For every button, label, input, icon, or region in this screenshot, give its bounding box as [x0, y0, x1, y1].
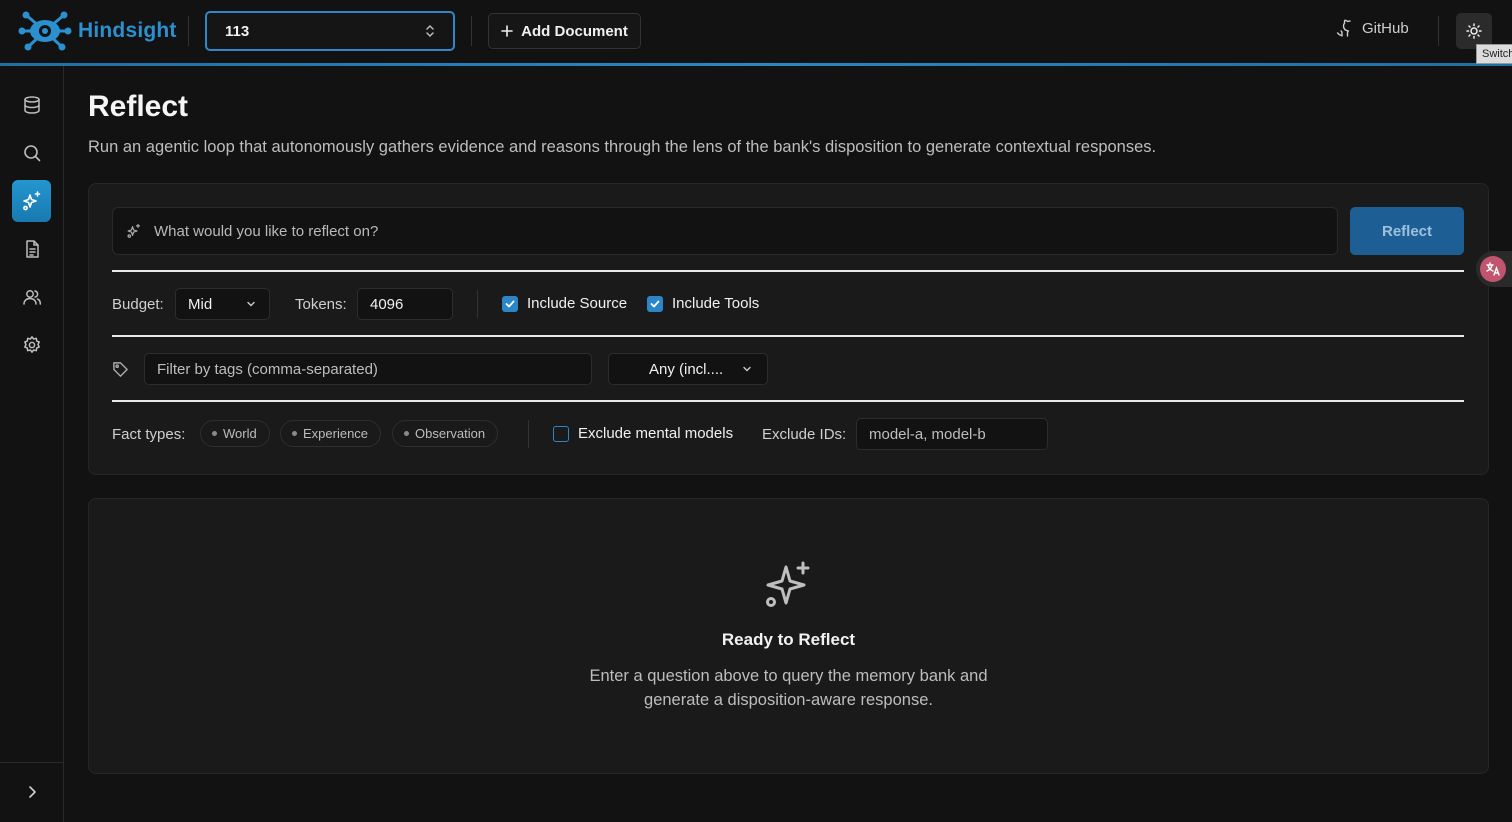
checkbox-checked-icon	[502, 295, 518, 312]
divider	[1438, 16, 1439, 46]
fact-type-experience[interactable]: Experience	[280, 420, 382, 447]
add-document-button[interactable]: Add Document	[488, 13, 641, 49]
chevron-up-down-icon	[425, 24, 435, 38]
exclude-ids-input[interactable]: model-a, model-b	[856, 418, 1048, 450]
tags-filter-placeholder: Filter by tags (comma-separated)	[157, 360, 378, 378]
chevron-right-icon	[22, 782, 42, 802]
dot-icon	[292, 431, 297, 436]
document-icon	[22, 239, 42, 259]
sidebar-item-entities[interactable]	[12, 276, 51, 318]
top-bar: Hindsight 113 Add Document GitHub	[0, 0, 1512, 63]
tokens-input[interactable]: 4096	[357, 288, 453, 320]
empty-state-line-2: generate a disposition-aware response.	[644, 691, 933, 709]
exclude-mental-models-checkbox[interactable]: Exclude mental models	[553, 425, 733, 442]
divider	[112, 270, 1464, 272]
bank-select-value: 113	[225, 22, 250, 40]
search-icon	[22, 143, 42, 163]
tooltip: Switch	[1476, 44, 1512, 64]
include-source-label: Include Source	[527, 295, 628, 312]
translate-extension-button[interactable]	[1476, 251, 1512, 287]
chevron-down-icon	[741, 363, 753, 375]
chevron-down-icon	[245, 298, 257, 310]
sparkles-icon	[762, 561, 814, 611]
divider	[477, 290, 478, 318]
budget-select[interactable]: Mid	[175, 288, 270, 320]
divider	[188, 16, 189, 46]
sidebar-item-documents[interactable]	[12, 228, 51, 270]
fact-type-observation[interactable]: Observation	[392, 420, 499, 447]
divider	[528, 420, 529, 448]
empty-state-text: Enter a question above to query the memo…	[88, 664, 1489, 712]
empty-state-line-1: Enter a question above to query the memo…	[589, 667, 988, 685]
sidebar-item-settings[interactable]	[12, 324, 51, 366]
exclude-mental-models-label: Exclude mental models	[578, 425, 734, 442]
sparkles-icon	[21, 190, 43, 212]
github-icon	[1334, 18, 1354, 38]
dot-icon	[404, 431, 409, 436]
tokens-value: 4096	[370, 295, 404, 313]
page-title: Reflect	[88, 90, 189, 123]
sidebar-divider	[0, 762, 63, 763]
exclude-ids-label: Exclude IDs:	[762, 426, 847, 443]
fact-type-label: Observation	[415, 426, 486, 441]
gear-icon	[22, 335, 42, 355]
sidebar	[0, 66, 64, 822]
exclude-ids-placeholder: model-a, model-b	[869, 425, 986, 443]
header-accent-line	[0, 63, 1512, 66]
database-icon	[22, 95, 42, 115]
include-source-checkbox[interactable]: Include Source	[502, 295, 627, 312]
reflect-submit-button[interactable]: Reflect	[1350, 207, 1464, 255]
tokens-label: Tokens:	[295, 296, 347, 313]
divider	[112, 400, 1464, 402]
github-link[interactable]: GitHub	[1334, 18, 1409, 38]
add-document-label: Add Document	[521, 22, 628, 40]
translate-icon	[1480, 256, 1506, 282]
tags-filter-input[interactable]: Filter by tags (comma-separated)	[144, 353, 592, 385]
divider	[471, 16, 472, 46]
logo-icon	[18, 10, 72, 52]
dot-icon	[212, 431, 217, 436]
budget-value: Mid	[188, 295, 213, 313]
sparkles-icon	[126, 223, 142, 239]
sidebar-item-reflect[interactable]	[12, 180, 51, 222]
include-tools-checkbox[interactable]: Include Tools	[647, 295, 759, 312]
tags-match-value: Any (incl....	[649, 360, 724, 378]
tag-icon	[112, 361, 129, 378]
app-name: Hindsight	[78, 19, 177, 42]
empty-state-title: Ready to Reflect	[721, 630, 856, 649]
fact-types-label: Fact types:	[112, 426, 186, 443]
checkbox-checked-icon	[647, 295, 663, 312]
plus-icon	[501, 25, 513, 37]
fact-type-world[interactable]: World	[200, 420, 270, 447]
sidebar-item-search[interactable]	[12, 132, 51, 174]
tags-match-select[interactable]: Any (incl....	[608, 353, 768, 385]
logo[interactable]: Hindsight	[18, 10, 177, 52]
query-placeholder: What would you like to reflect on?	[154, 222, 379, 240]
include-tools-label: Include Tools	[672, 295, 760, 312]
divider	[112, 335, 1464, 337]
budget-label: Budget:	[112, 296, 164, 313]
checkbox-unchecked-icon	[553, 425, 569, 442]
fact-type-label: World	[223, 426, 257, 441]
users-icon	[22, 287, 42, 307]
fact-type-label: Experience	[303, 426, 369, 441]
bank-select[interactable]: 113	[205, 11, 455, 51]
sidebar-item-banks[interactable]	[12, 84, 51, 126]
github-label: GitHub	[1362, 19, 1409, 37]
sidebar-expand-button[interactable]	[22, 782, 42, 802]
query-input[interactable]: What would you like to reflect on?	[112, 207, 1338, 255]
sun-icon	[1466, 23, 1482, 39]
page-description: Run an agentic loop that autonomously ga…	[88, 138, 1157, 156]
